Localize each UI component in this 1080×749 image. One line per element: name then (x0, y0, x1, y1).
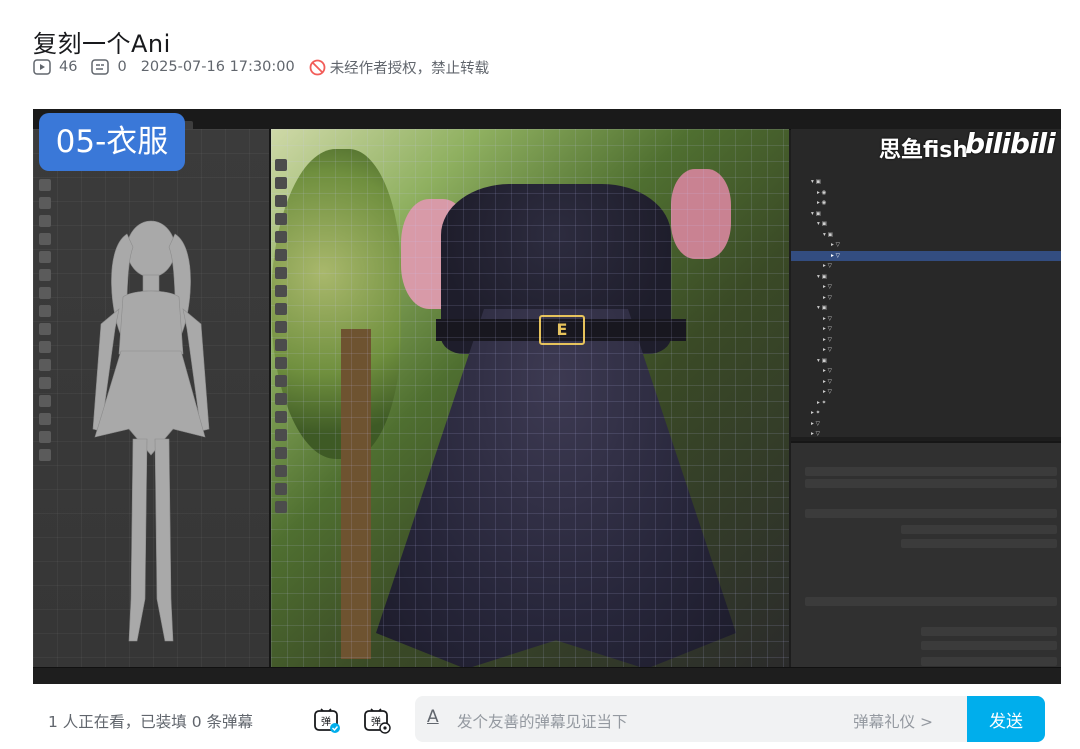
mesh-wireframe (271, 129, 789, 667)
svg-text:弹: 弹 (321, 715, 331, 728)
uploader-watermark: 思鱼fish (879, 138, 969, 163)
danmaku-bar: 1 人正在看，已装填 0 条弹幕 弹 弹 A 发个友善的弹幕见证当下 弹幕礼仪 … (33, 688, 1061, 748)
play-count: 46 (33, 59, 77, 75)
video-title: 复刻一个Ani (33, 30, 171, 59)
tool-icon (275, 195, 287, 207)
tool-icon (275, 177, 287, 189)
tool-icon (275, 303, 287, 315)
publish-time: 2025-07-16 17:30:00 (140, 59, 295, 75)
tool-icon (275, 393, 287, 405)
blender-top-bar (33, 109, 1061, 130)
danmaku-count: 0 (91, 59, 127, 75)
video-player[interactable]: E ▾ ▣ ▸ ◉ ▸ ◉ ▾ ▣ (33, 109, 1061, 684)
danmaku-etiquette-link[interactable]: 弹幕礼仪 > (853, 710, 933, 732)
tool-icon (275, 375, 287, 387)
blender-status-bar (33, 667, 1061, 684)
tool-icon (275, 159, 287, 171)
tool-icon (275, 285, 287, 297)
danmaku-settings-icon[interactable]: 弹 (363, 708, 391, 734)
tool-icon (275, 411, 287, 423)
tool-icon (275, 447, 287, 459)
send-button[interactable]: 发送 (967, 696, 1045, 742)
tool-icon (275, 213, 287, 225)
tool-icon (275, 501, 287, 513)
tool-icon (275, 321, 287, 333)
play-icon (33, 59, 51, 75)
tool-icon (275, 483, 287, 495)
blender-outliner: ▾ ▣ ▸ ◉ ▸ ◉ ▾ ▣ ▾ ▣ ▾ ▣ ▸ ▽ ▸ ▽ ▸ ▽ ▾ ▣ … (791, 129, 1061, 437)
no-repost-icon (309, 59, 326, 75)
character-model (92, 220, 210, 642)
danmaku-toggle-icon[interactable]: 弹 (313, 708, 341, 734)
tool-icon (275, 357, 287, 369)
blender-left-viewport (33, 129, 271, 667)
tool-icon (275, 231, 287, 243)
copyright-notice: 未经作者授权，禁止转载 (309, 57, 489, 78)
svg-text:弹: 弹 (371, 715, 381, 728)
bilibili-logo: bilibili (965, 127, 1056, 160)
danmaku-placeholder: 发个友善的弹幕见证当下 (457, 713, 628, 731)
tool-icon (275, 249, 287, 261)
tool-icon (275, 465, 287, 477)
blender-main-viewport: E (271, 129, 789, 667)
blender-toolbar (273, 159, 289, 559)
danmaku-style-icon[interactable]: A (427, 707, 439, 727)
video-meta: 46 0 2025-07-16 17:30:00 未经作者授权，禁止转载 (33, 57, 503, 77)
viewer-count: 1 人正在看，已装填 0 条弹幕 (48, 713, 254, 731)
outliner-selected-row: ▸ ▽ (791, 250, 1061, 261)
tool-icon (275, 339, 287, 351)
episode-badge: 05-衣服 (39, 113, 185, 171)
blender-properties-panel (791, 441, 1061, 669)
tool-icon (275, 429, 287, 441)
tool-icon (275, 267, 287, 279)
danmaku-input[interactable]: A 发个友善的弹幕见证当下 弹幕礼仪 > 发送 (415, 696, 1045, 742)
danmaku-icon (91, 59, 110, 75)
